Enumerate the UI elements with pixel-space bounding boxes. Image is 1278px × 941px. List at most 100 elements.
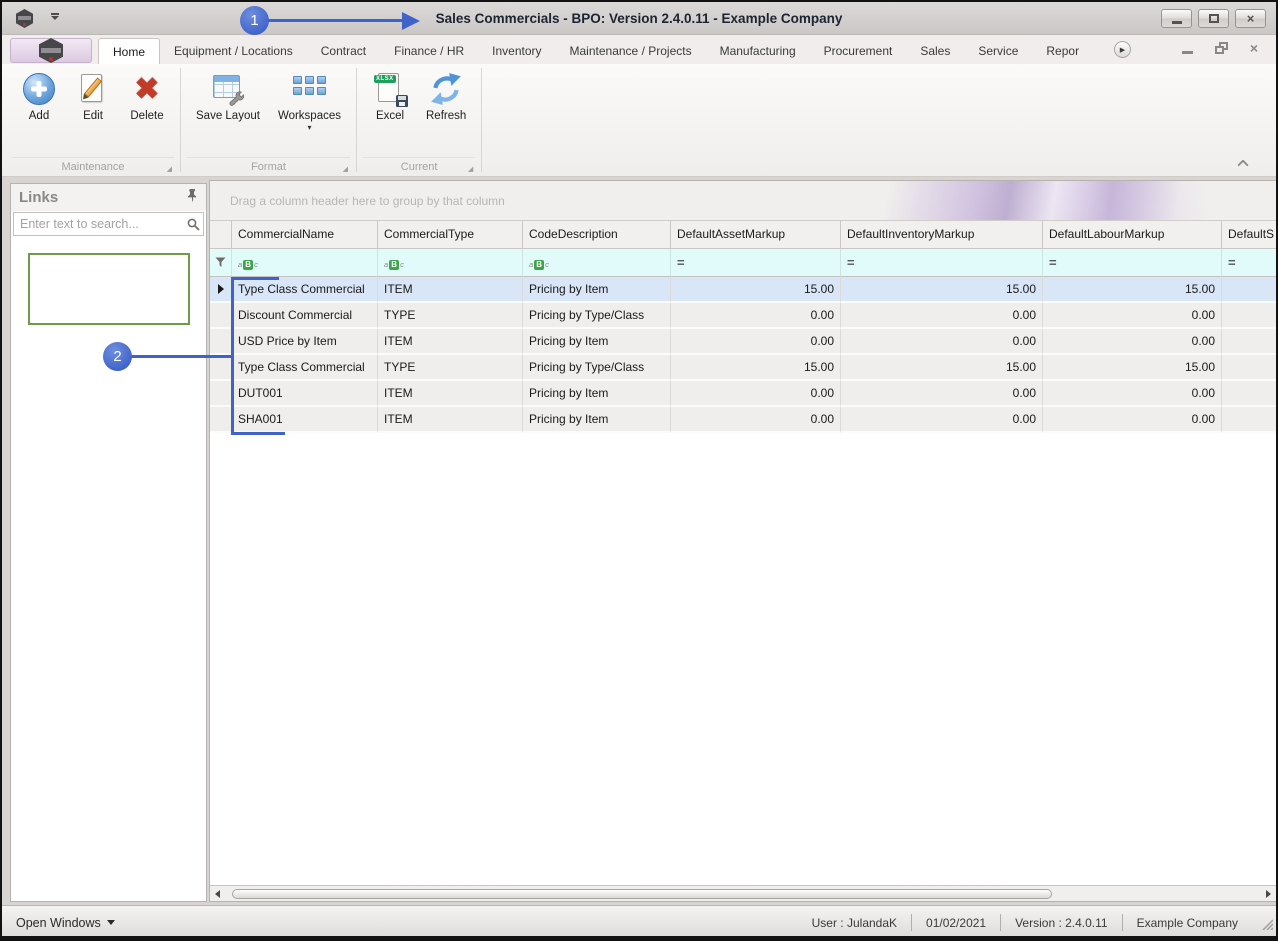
cell-defaultlabourmarkup[interactable]: 0.00 (1043, 381, 1222, 407)
tab-scroll-right-button[interactable]: ▶ (1114, 41, 1131, 58)
tab-sales[interactable]: Sales (906, 38, 964, 64)
table-row[interactable]: SHA001ITEMPricing by Item0.000.000.00 (210, 407, 1277, 433)
cell-commercialname[interactable]: DUT001 (232, 381, 378, 407)
collapse-ribbon-icon[interactable] (1238, 158, 1248, 168)
tab-maintenance-projects[interactable]: Maintenance / Projects (556, 38, 706, 64)
cell-defaultlabourmarkup[interactable]: 0.00 (1043, 407, 1222, 433)
cell-codedescription[interactable]: Pricing by Item (523, 329, 671, 355)
cell-commercialtype[interactable]: ITEM (378, 329, 523, 355)
search-input[interactable] (14, 217, 187, 231)
ribbon-button-refresh[interactable]: Refresh (421, 70, 471, 124)
table-row[interactable]: DUT001ITEMPricing by Item0.000.000.00 (210, 381, 1277, 407)
column-header-commercialtype[interactable]: CommercialType (378, 221, 523, 249)
cell-defaultinventorymarkup[interactable]: 0.00 (841, 329, 1043, 355)
dialog-launcher-icon[interactable]: ◢ (167, 166, 172, 173)
ribbon-button-save-layout[interactable]: Save Layout (191, 70, 265, 124)
ribbon-button-add[interactable]: Add (16, 70, 62, 124)
ribbon-button-edit[interactable]: Edit (70, 70, 116, 124)
cell-defaultassetmarkup[interactable]: 0.00 (671, 329, 841, 355)
filter-cell-defaults[interactable]: = (1222, 249, 1277, 277)
filter-cell-commercialtype[interactable]: aBc (378, 249, 523, 277)
cell-defaults[interactable] (1222, 381, 1277, 407)
cell-defaults[interactable] (1222, 277, 1277, 303)
column-header-commercialname[interactable]: CommercialName (232, 221, 378, 249)
cell-codedescription[interactable]: Pricing by Type/Class (523, 355, 671, 381)
filter-cell-defaultassetmarkup[interactable]: = (671, 249, 841, 277)
cell-commercialname[interactable]: Type Class Commercial (232, 277, 378, 303)
dialog-launcher-icon[interactable]: ◢ (468, 166, 473, 173)
open-windows-button[interactable]: Open Windows (16, 906, 115, 939)
cell-defaults[interactable] (1222, 303, 1277, 329)
cell-commercialtype[interactable]: ITEM (378, 381, 523, 407)
cell-commercialname[interactable]: USD Price by Item (232, 329, 378, 355)
ribbon-button-delete[interactable]: ✖Delete (124, 70, 170, 124)
cell-defaultassetmarkup[interactable]: 15.00 (671, 277, 841, 303)
tab-repor[interactable]: Repor (1032, 38, 1090, 64)
column-header-defaultinventorymarkup[interactable]: DefaultInventoryMarkup (841, 221, 1043, 249)
cell-defaults[interactable] (1222, 355, 1277, 381)
table-row[interactable]: USD Price by ItemITEMPricing by Item0.00… (210, 329, 1277, 355)
dialog-launcher-icon[interactable]: ◢ (343, 166, 348, 173)
ribbon-button-workspaces[interactable]: Workspaces▾ (273, 70, 346, 132)
cell-defaults[interactable] (1222, 329, 1277, 355)
customers-tile[interactable]: Customers (28, 253, 190, 325)
cell-defaultassetmarkup[interactable]: 0.00 (671, 407, 841, 433)
group-by-panel[interactable]: Drag a column header here to group by th… (210, 181, 1277, 221)
scroll-left-icon[interactable] (210, 890, 224, 898)
resize-grip[interactable] (1261, 917, 1273, 935)
tab-equipment-locations[interactable]: Equipment / Locations (160, 38, 307, 64)
cell-commercialtype[interactable]: TYPE (378, 355, 523, 381)
mdi-minimize-button[interactable] (1182, 51, 1193, 54)
cell-commercialname[interactable]: Type Class Commercial (232, 355, 378, 381)
cell-defaultlabourmarkup[interactable]: 0.00 (1043, 329, 1222, 355)
cell-commercialname[interactable]: SHA001 (232, 407, 378, 433)
table-row[interactable]: Type Class CommercialTYPEPricing by Type… (210, 355, 1277, 381)
minimize-button[interactable] (1161, 9, 1192, 28)
tab-finance-hr[interactable]: Finance / HR (380, 38, 478, 64)
tab-home[interactable]: Home (98, 38, 160, 64)
tab-inventory[interactable]: Inventory (478, 38, 555, 64)
cell-codedescription[interactable]: Pricing by Item (523, 381, 671, 407)
scrollbar-thumb[interactable] (232, 889, 1052, 899)
filter-cell-defaultlabourmarkup[interactable]: = (1043, 249, 1222, 277)
cell-defaultinventorymarkup[interactable]: 0.00 (841, 381, 1043, 407)
pin-icon[interactable] (187, 189, 198, 207)
tab-procurement[interactable]: Procurement (810, 38, 907, 64)
filter-cell-codedescription[interactable]: aBc (523, 249, 671, 277)
close-button[interactable]: × (1235, 9, 1266, 28)
filter-cell-defaultinventorymarkup[interactable]: = (841, 249, 1043, 277)
tab-manufacturing[interactable]: Manufacturing (706, 38, 810, 64)
cell-codedescription[interactable]: Pricing by Item (523, 407, 671, 433)
table-row[interactable]: Type Class CommercialITEMPricing by Item… (210, 277, 1277, 303)
mdi-restore-button[interactable] (1215, 42, 1228, 54)
column-header-codedescription[interactable]: CodeDescription (523, 221, 671, 249)
column-header-defaultassetmarkup[interactable]: DefaultAssetMarkup (671, 221, 841, 249)
search-icon[interactable] (187, 218, 206, 231)
cell-defaultinventorymarkup[interactable]: 0.00 (841, 303, 1043, 329)
cell-defaultinventorymarkup[interactable]: 15.00 (841, 355, 1043, 381)
cell-defaultlabourmarkup[interactable]: 15.00 (1043, 277, 1222, 303)
cell-defaultinventorymarkup[interactable]: 0.00 (841, 407, 1043, 433)
tab-contract[interactable]: Contract (307, 38, 380, 64)
scroll-right-icon[interactable] (1261, 890, 1275, 898)
mdi-close-button[interactable]: × (1250, 41, 1258, 55)
maximize-button[interactable] (1198, 9, 1229, 28)
cell-defaultassetmarkup[interactable]: 15.00 (671, 355, 841, 381)
cell-commercialtype[interactable]: TYPE (378, 303, 523, 329)
column-header-defaults[interactable]: DefaultS (1222, 221, 1277, 249)
cell-commercialname[interactable]: Discount Commercial (232, 303, 378, 329)
cell-defaultlabourmarkup[interactable]: 15.00 (1043, 355, 1222, 381)
cell-defaultassetmarkup[interactable]: 0.00 (671, 381, 841, 407)
cell-codedescription[interactable]: Pricing by Item (523, 277, 671, 303)
cell-defaultassetmarkup[interactable]: 0.00 (671, 303, 841, 329)
cell-commercialtype[interactable]: ITEM (378, 277, 523, 303)
tab-service[interactable]: Service (964, 38, 1032, 64)
cell-defaultlabourmarkup[interactable]: 0.00 (1043, 303, 1222, 329)
table-row[interactable]: Discount CommercialTYPEPricing by Type/C… (210, 303, 1277, 329)
horizontal-scrollbar[interactable] (210, 885, 1277, 901)
cell-defaultinventorymarkup[interactable]: 15.00 (841, 277, 1043, 303)
filter-cell-commercialname[interactable]: aBc (232, 249, 378, 277)
application-button[interactable] (10, 38, 92, 63)
column-header-defaultlabourmarkup[interactable]: DefaultLabourMarkup (1043, 221, 1222, 249)
cell-defaults[interactable] (1222, 407, 1277, 433)
